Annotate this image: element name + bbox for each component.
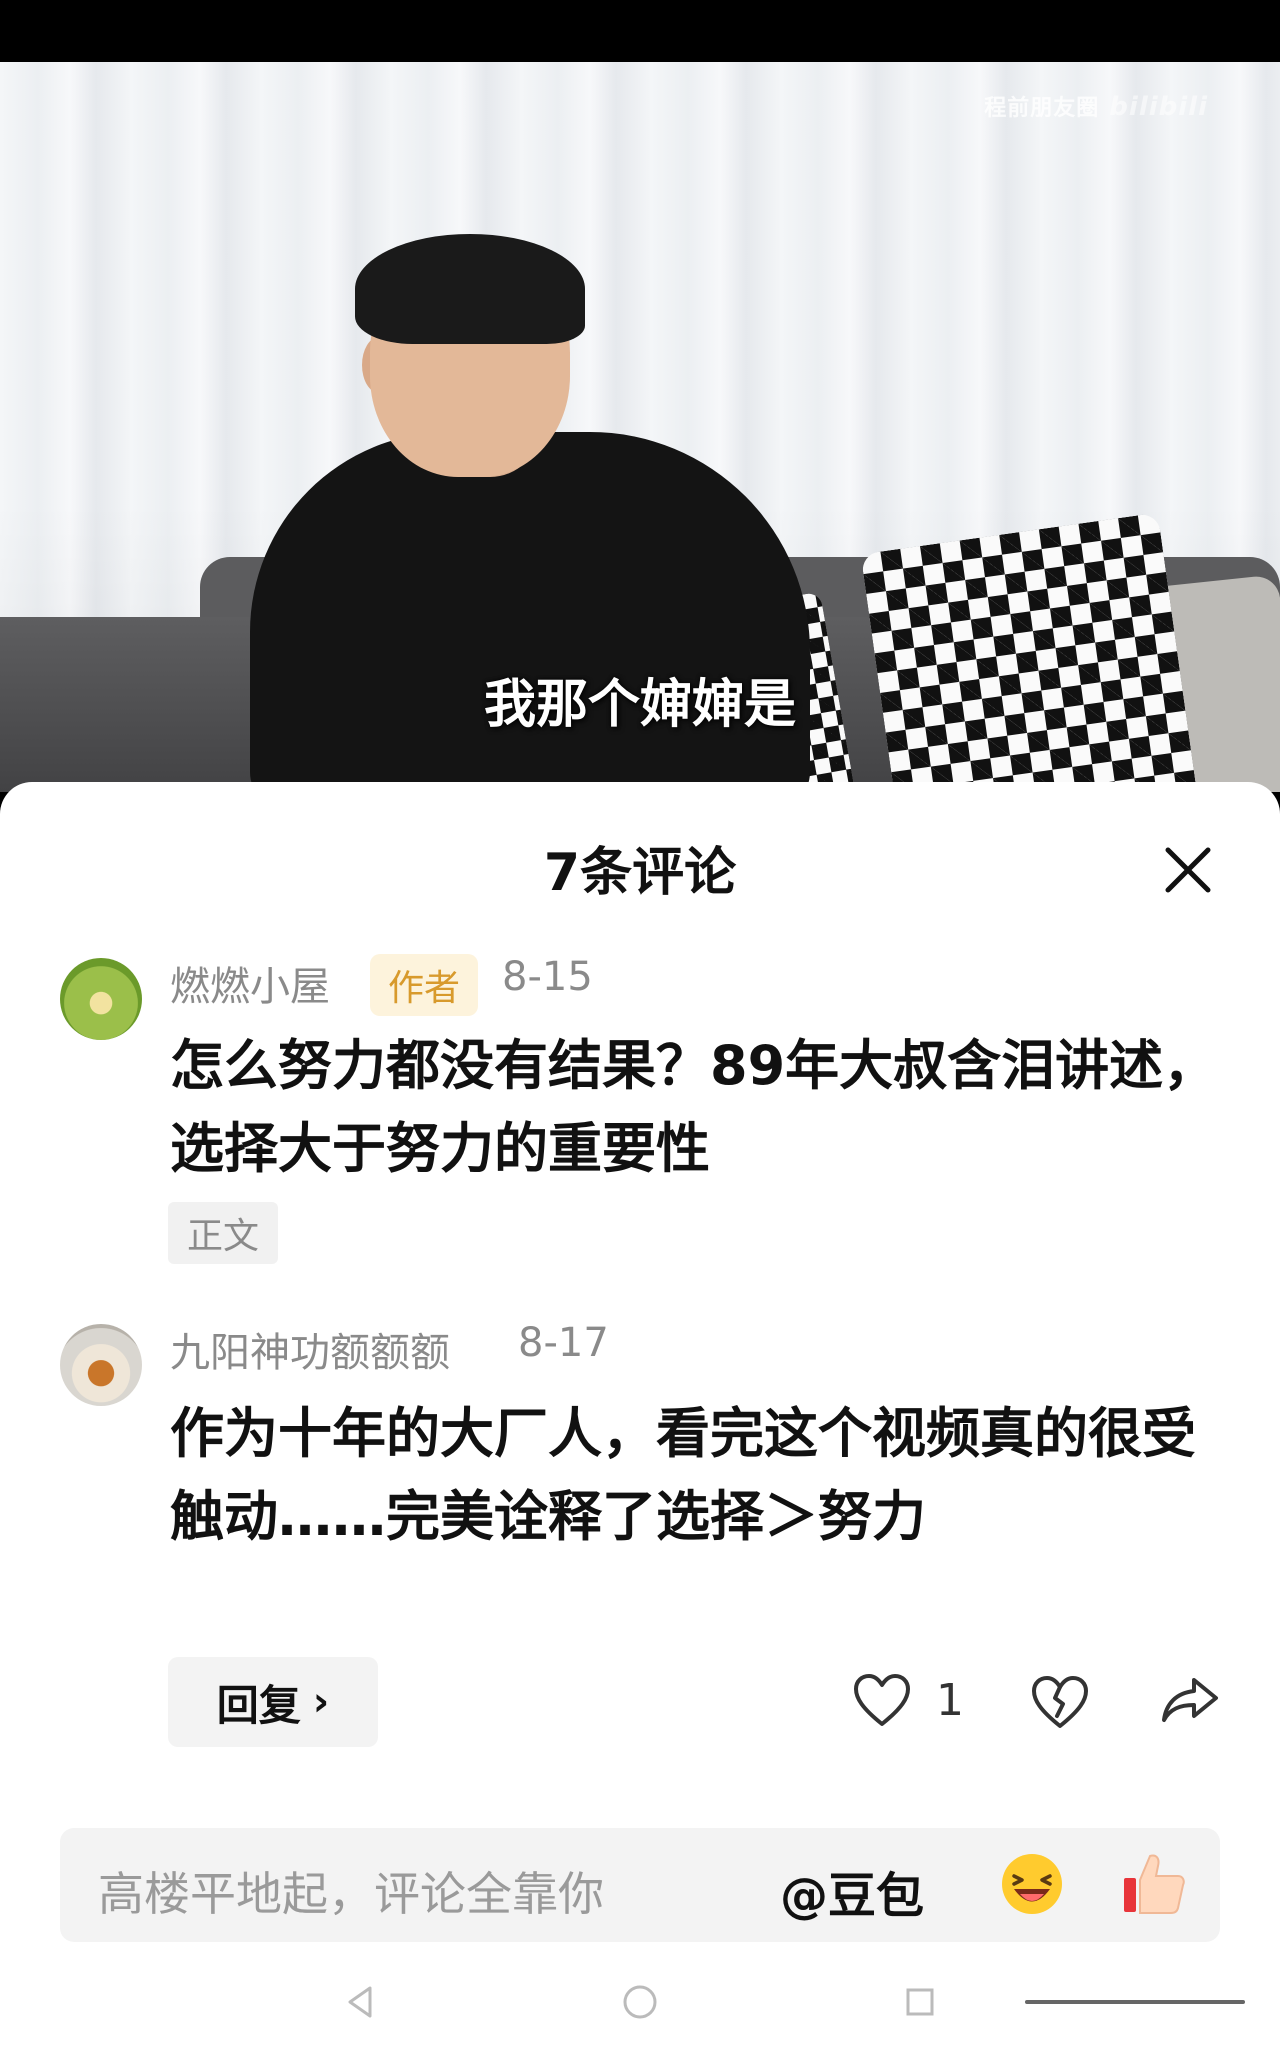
- comments-title: 7条评论: [543, 843, 737, 903]
- thumbs-up-icon: [1124, 1854, 1185, 1914]
- watermark-text: 程前朋友圈: [984, 96, 1100, 121]
- close-icon: [1165, 847, 1211, 893]
- back-nav-button[interactable]: [340, 1982, 380, 2022]
- comments-sheet: 7条评论 燃燃小屋 作者 8-15 怎么努力都没有结果？89年大叔含泪讲述，选择…: [0, 782, 1280, 2048]
- bilibili-logo: bilibili: [1109, 92, 1208, 122]
- dislike-button[interactable]: [1030, 1674, 1090, 1730]
- comment-date: 8-17: [518, 1320, 609, 1366]
- content-tag[interactable]: 正文: [168, 1202, 278, 1264]
- comment-input[interactable]: 高楼平地起，评论全靠你 @豆包: [60, 1828, 1220, 1942]
- system-nav-bar: [0, 1982, 1280, 2048]
- checkered-cushion: [860, 512, 1200, 792]
- comment-username[interactable]: 燃燃小屋: [170, 954, 330, 1012]
- recents-nav-button[interactable]: [900, 1982, 940, 2022]
- home-nav-button[interactable]: [620, 1982, 660, 2022]
- author-badge: 作者: [370, 954, 478, 1016]
- share-button[interactable]: [1160, 1674, 1220, 1726]
- video-watermark: 程前朋友圈 bilibili: [984, 90, 1208, 122]
- share-icon: [1162, 1678, 1218, 1722]
- reply-button[interactable]: 回复 ›: [168, 1657, 378, 1747]
- avatar[interactable]: [60, 1324, 142, 1406]
- comment-username[interactable]: 九阳神功额额额: [170, 1320, 450, 1378]
- like-count: 1: [936, 1674, 964, 1726]
- gesture-handle-icon: [1025, 2000, 1245, 2004]
- back-triangle-icon: [348, 1986, 372, 2018]
- comment-text[interactable]: 怎么努力都没有结果？89年大叔含泪讲述，选择大于努力的重要性: [170, 1024, 1220, 1190]
- comment-input-placeholder[interactable]: 高楼平地起，评论全靠你: [98, 1858, 604, 1924]
- like-button[interactable]: 1: [852, 1672, 964, 1728]
- broken-heart-icon: [1032, 1676, 1088, 1728]
- emoji-button[interactable]: [998, 1850, 1066, 1918]
- video-player[interactable]: 程前朋友圈 bilibili 我那个婶婶是: [0, 62, 1280, 792]
- comment-date: 8-15: [502, 954, 593, 1000]
- person-hair: [355, 234, 585, 344]
- comment-text[interactable]: 作为十年的大厂人，看完这个视频真的很受触动……完美诠释了选择＞努力: [170, 1392, 1220, 1558]
- home-circle-icon: [623, 1985, 657, 2019]
- video-subtitle: 我那个婶婶是: [483, 675, 796, 735]
- avatar[interactable]: [60, 958, 142, 1040]
- recents-square-icon: [906, 1988, 934, 2016]
- mention-button[interactable]: @豆包: [780, 1856, 924, 1926]
- close-button[interactable]: [1160, 842, 1216, 898]
- person-body: [250, 432, 810, 792]
- chevron-right-icon: ›: [312, 1679, 330, 1725]
- gesture-handle[interactable]: [1025, 1992, 1245, 2012]
- thumbs-up-button[interactable]: [1118, 1848, 1190, 1920]
- reply-label: 回复: [216, 1680, 301, 1730]
- status-bar: [0, 0, 1280, 62]
- heart-icon: [854, 1674, 910, 1726]
- laughing-emoji-icon: [1002, 1854, 1062, 1914]
